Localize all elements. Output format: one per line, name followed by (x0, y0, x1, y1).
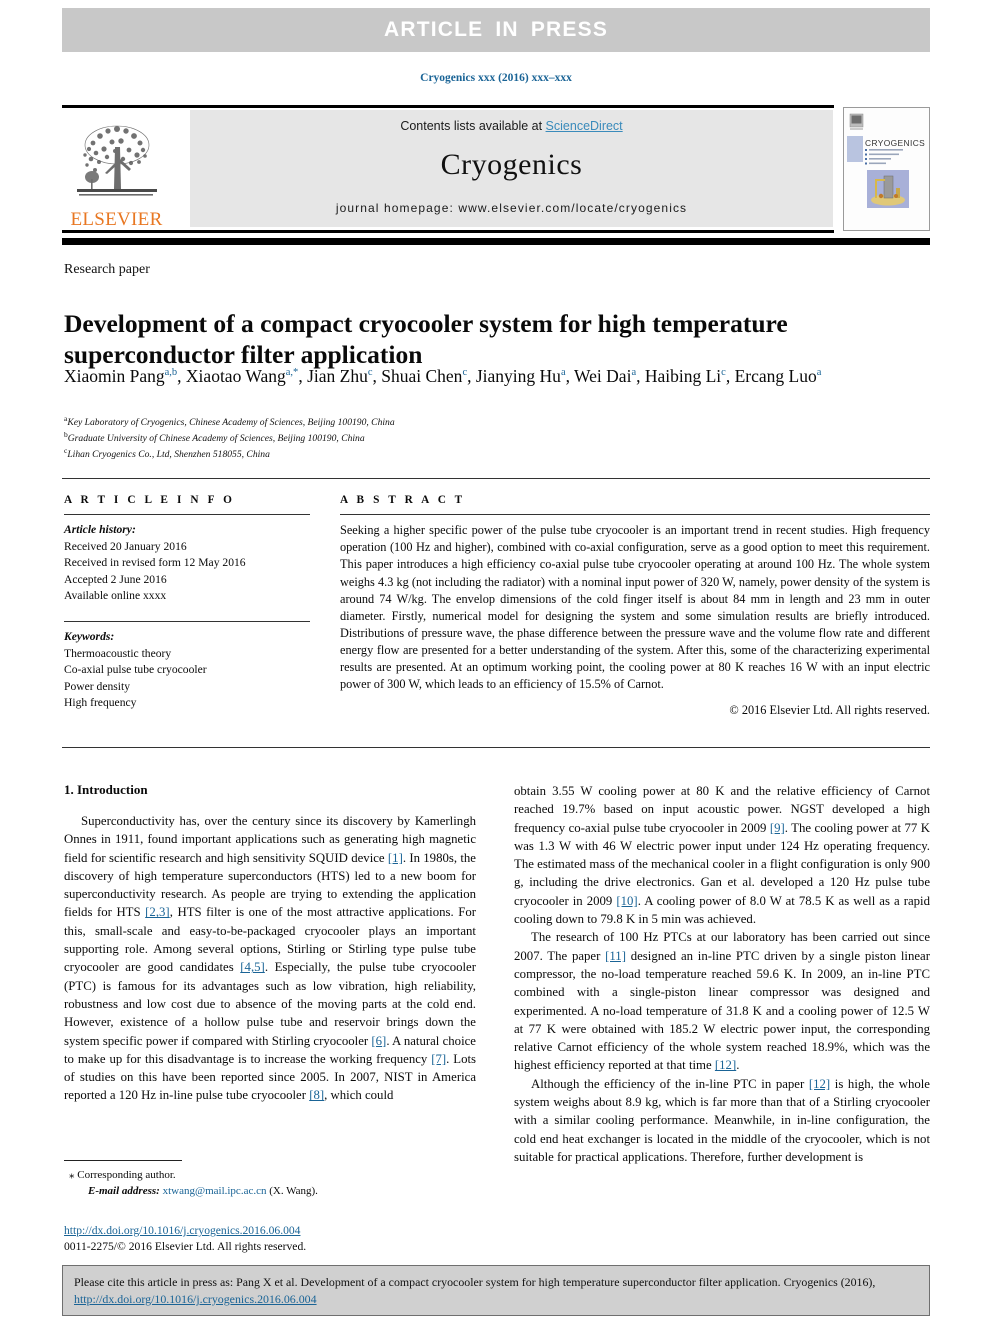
email-address-label: E-mail address: (88, 1185, 160, 1198)
abstract-column: A B S T R A C T Seeking a higher specifi… (340, 494, 930, 718)
right-column-paragraphs: obtain 3.55 W cooling power at 80 K and … (514, 782, 930, 1166)
abstract-rule (340, 514, 930, 516)
footnote-corresponding-text: Corresponding author. (77, 1169, 176, 1182)
corresponding-author-footnote: ⁎ Corresponding author. E-mail address: … (64, 1160, 476, 1200)
article-in-press-banner: ARTICLE IN PRESS (62, 8, 930, 52)
masthead-top-rule (62, 105, 834, 108)
citation-doi-link[interactable]: http://dx.doi.org/10.1016/j.cryogenics.2… (74, 1292, 317, 1306)
journal-cover-thumbnail: CRYOGENICS (843, 107, 930, 231)
affiliation-item: aKey Laboratory of Cryogenics, Chinese A… (64, 414, 395, 429)
author-list: Xiaomin Panga,b, Xiaotao Wanga,*, Jian Z… (64, 366, 822, 386)
body-paragraph: obtain 3.55 W cooling power at 80 K and … (514, 784, 930, 927)
affiliation-list: aKey Laboratory of Cryogenics, Chinese A… (64, 414, 664, 462)
sciencedirect-link[interactable]: ScienceDirect (546, 119, 623, 133)
citation-notice-box: Please cite this article in press as: Pa… (62, 1265, 930, 1316)
history-item: Accepted 2 June 2016 (64, 572, 167, 586)
citation-reference-link[interactable]: [8] (309, 1088, 324, 1102)
abstract-heading: A B S T R A C T (340, 494, 466, 506)
contents-prefix-text: Contents lists available at (400, 119, 546, 133)
section-divider-bar (62, 238, 930, 245)
masthead-bottom-rule (62, 230, 834, 233)
article-in-press-label: ARTICLE IN PRESS (383, 18, 609, 41)
body-column-left: 1. Introduction Superconductivity has, o… (64, 782, 476, 1105)
abstract-text: Seeking a higher specific power of the p… (340, 523, 930, 692)
citation-reference-link[interactable]: [6] (371, 1034, 386, 1048)
email-owner-text: (X. Wang). (269, 1185, 318, 1198)
footnote-email-line: E-mail address: xtwang@mail.ipc.ac.cn (X… (64, 1184, 476, 1200)
keywords-group: Keywords: Thermoacoustic theory Co-axial… (64, 629, 310, 712)
history-item: Received in revised form 12 May 2016 (64, 556, 246, 570)
article-info-column: A R T I C L E I N F O Article history: R… (64, 494, 310, 712)
abstract-copyright: © 2016 Elsevier Ltd. All rights reserved… (729, 702, 930, 717)
journal-masthead: ELSEVIER Contents lists available at Sci… (62, 105, 930, 233)
history-item: Available online xxxx (64, 589, 167, 603)
citation-reference-link[interactable]: [7] (431, 1052, 446, 1066)
affiliation-item: cLihan Cryogenics Co., Ltd, Shenzhen 518… (64, 446, 270, 461)
body-paragraph: Although the efficiency of the in-line P… (514, 1076, 930, 1164)
left-column-paragraphs: Superconductivity has, over the century … (64, 812, 476, 1105)
keywords-rule (64, 620, 310, 623)
article-info-heading: A R T I C L E I N F O (64, 494, 235, 506)
body-paragraph: The research of 100 Hz PTCs at our labor… (514, 930, 930, 1073)
keywords-label: Keywords: (64, 630, 115, 644)
citation-reference-link[interactable]: [1] (388, 851, 403, 865)
journal-cover-image: CRYOGENICS (844, 108, 929, 230)
citation-reference-link[interactable]: [9] (770, 821, 785, 835)
footnote-divider (64, 1160, 182, 1162)
corresponding-email-link[interactable]: xtwang@mail.ipc.ac.cn (163, 1185, 267, 1197)
elsevier-logo: ELSEVIER (64, 111, 169, 229)
citation-reference-link[interactable]: [12] (715, 1058, 736, 1072)
article-type-label: Research paper (64, 262, 150, 277)
info-section-bottom-rule (62, 747, 930, 749)
body-column-right: obtain 3.55 W cooling power at 80 K and … (514, 782, 930, 1166)
running-head-citation: Cryogenics xxx (2016) xxx–xxx (420, 72, 572, 84)
keyword-item: Power density (64, 679, 131, 693)
article-history-label: Article history: (64, 523, 136, 537)
journal-title: Cryogenics (440, 148, 583, 181)
citation-text-main: Please cite this article in press as: Pa… (74, 1275, 876, 1289)
elsevier-tree-icon (76, 125, 157, 196)
body-paragraph: Superconductivity has, over the century … (64, 814, 477, 1103)
section-heading-introduction: 1. Introduction (64, 782, 148, 797)
contents-lists-line: Contents lists available at ScienceDirec… (400, 119, 622, 133)
journal-header-box: Contents lists available at ScienceDirec… (190, 110, 833, 227)
footnote-marker: ⁎ (69, 1169, 75, 1182)
journal-homepage-line[interactable]: journal homepage: www.elsevier.com/locat… (336, 201, 687, 215)
citation-reference-link[interactable]: [12] (809, 1077, 830, 1091)
citation-reference-link[interactable]: [10] (616, 894, 637, 908)
history-item: Received 20 January 2016 (64, 539, 187, 553)
svg-text:CRYOGENICS: CRYOGENICS (865, 138, 925, 148)
page-title: Development of a compact cryocooler syst… (64, 309, 788, 370)
citation-reference-link[interactable]: [2,3] (145, 905, 170, 919)
article-history-group: Article history: Received 20 January 201… (64, 522, 310, 605)
article-info-rule (64, 514, 310, 516)
info-section-top-rule (62, 478, 930, 480)
issn-copyright-line: 0011-2275/© 2016 Elsevier Ltd. All right… (64, 1240, 307, 1254)
keyword-item: High frequency (64, 696, 137, 710)
citation-notice-text: Please cite this article in press as: Pa… (74, 1274, 918, 1308)
publication-footer: http://dx.doi.org/10.1016/j.cryogenics.2… (64, 1223, 476, 1255)
citation-reference-link[interactable]: [4,5] (240, 960, 265, 974)
affiliation-item: bGraduate University of Chinese Academy … (64, 430, 365, 445)
doi-link[interactable]: http://dx.doi.org/10.1016/j.cryogenics.2… (64, 1224, 300, 1237)
elsevier-wordmark: ELSEVIER (70, 209, 163, 230)
footnote-corresponding-line: ⁎ Corresponding author. (64, 1168, 476, 1184)
keyword-item: Thermoacoustic theory (64, 646, 172, 660)
citation-reference-link[interactable]: [11] (605, 949, 626, 963)
keyword-item: Co-axial pulse tube cryocooler (64, 663, 207, 677)
